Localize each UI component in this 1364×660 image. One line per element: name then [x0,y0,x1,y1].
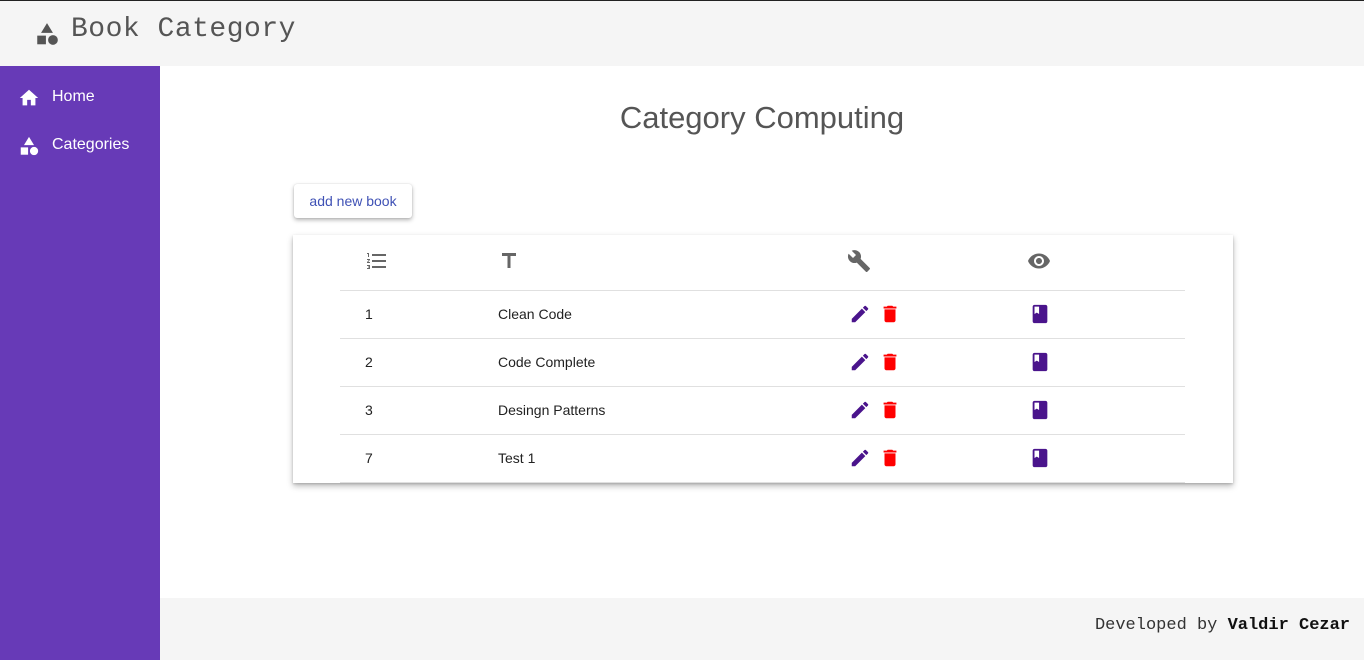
book-id: 7 [365,450,373,466]
book-view-icon[interactable] [1029,399,1051,421]
book-title: Test 1 [498,450,536,466]
table-row: 7 Test 1 [340,435,1185,483]
app-title: Book Category [71,14,296,45]
main-content: Category Computing add new book 1 Clean … [160,66,1364,598]
footer-author: Valdir Cezar [1227,616,1350,635]
wrench-icon [847,250,870,272]
book-title: Clean Code [498,306,572,322]
book-view-icon[interactable] [1029,351,1051,373]
delete-icon[interactable] [879,303,901,325]
book-title: Code Complete [498,354,596,370]
book-view-icon[interactable] [1029,303,1051,325]
category-shapes-icon [20,136,39,156]
sidebar-item-label: Categories [52,136,130,153]
edit-icon[interactable] [849,447,871,469]
add-new-book-button[interactable]: add new book [294,184,412,218]
sidebar: Home Categories [0,66,160,660]
footer: Developed by Valdir Cezar [160,598,1364,660]
delete-icon[interactable] [879,447,901,469]
page-title: Category Computing [619,100,905,135]
edit-icon[interactable] [849,303,871,325]
table-row: 2 Code Complete [340,339,1185,387]
book-title: Desingn Patterns [498,402,606,418]
sidebar-item-label: Home [52,88,95,105]
footer-credit: Developed by Valdir Cezar [1095,616,1350,635]
table-row: 1 Clean Code [340,291,1185,339]
sidebar-item-home[interactable]: Home [0,77,160,117]
delete-icon[interactable] [879,351,901,373]
numbered-list-icon [367,253,386,269]
book-id: 2 [365,354,373,370]
book-id: 1 [365,306,373,322]
book-view-icon[interactable] [1029,447,1051,469]
home-icon [19,89,39,106]
edit-icon[interactable] [849,351,871,373]
books-table: 1 Clean Code 2 Code Complete 3 Desingn P… [293,235,1233,483]
footer-prefix: Developed by [1094,616,1218,635]
top-app-bar: Book Category [0,0,1364,66]
eye-icon [1028,253,1050,269]
category-shapes-icon [37,23,58,45]
book-id: 3 [365,402,373,418]
edit-icon[interactable] [849,399,871,421]
text-title-icon [502,253,516,268]
table-row: 3 Desingn Patterns [340,387,1185,435]
table-header-row [340,235,1185,291]
sidebar-item-categories[interactable]: Categories [0,125,160,165]
delete-icon[interactable] [879,399,901,421]
